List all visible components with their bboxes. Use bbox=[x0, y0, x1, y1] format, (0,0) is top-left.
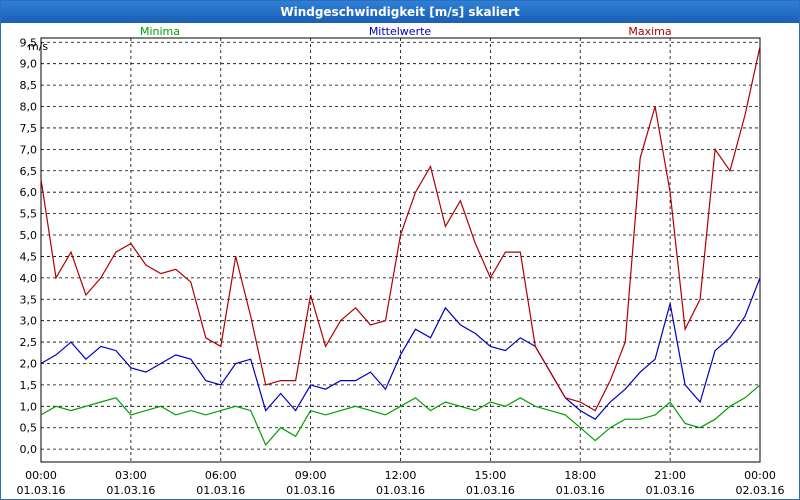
legend-label-minima: Minima bbox=[140, 25, 180, 38]
grid bbox=[40, 37, 761, 463]
y-tick-label: 9,0 bbox=[20, 58, 38, 71]
x-tick-time-label: 03:00 bbox=[115, 469, 147, 482]
y-tick-label: 2,0 bbox=[20, 357, 38, 370]
legend: Minima Mittelwerte Maxima bbox=[140, 25, 672, 38]
y-tick-label: 1,0 bbox=[20, 400, 38, 413]
y-tick-label: 5,5 bbox=[20, 208, 38, 221]
y-tick-label: 1,5 bbox=[20, 379, 38, 392]
x-tick-date-label: 01.03.16 bbox=[466, 484, 515, 497]
y-tick-label: 6,0 bbox=[20, 186, 38, 199]
y-tick-label: 0,5 bbox=[20, 422, 38, 435]
x-tick-time-label: 00:00 bbox=[25, 469, 57, 482]
x-axis-ticks: 00:00 01.03.16 03:00 01.03.16 06:00 01.03.16 0… bbox=[17, 469, 785, 497]
x-tick-date-label: 01.03.16 bbox=[556, 484, 605, 497]
y-tick-label: 0,0 bbox=[20, 443, 38, 456]
y-tick-label: 6,5 bbox=[20, 165, 38, 178]
y-tick-label: 4,5 bbox=[20, 250, 38, 263]
x-tick-date-label: 01.03.16 bbox=[106, 484, 155, 497]
x-tick-date-label: 02.03.16 bbox=[736, 484, 785, 497]
x-tick-date-label: 01.03.16 bbox=[196, 484, 245, 497]
y-tick-label: 3,5 bbox=[20, 293, 38, 306]
x-tick-date-label: 01.03.16 bbox=[376, 484, 425, 497]
x-tick-time-label: 18:00 bbox=[564, 469, 596, 482]
x-tick-time-label: 15:00 bbox=[475, 469, 507, 482]
x-tick-time-label: 09:00 bbox=[295, 469, 327, 482]
y-tick-label: 7,0 bbox=[20, 143, 38, 156]
y-tick-label: 7,5 bbox=[20, 122, 38, 135]
y-tick-label: 8,0 bbox=[20, 101, 38, 114]
x-tick-time-label: 06:00 bbox=[205, 469, 237, 482]
x-tick-time-label: 00:00 bbox=[744, 469, 776, 482]
x-tick-time-label: 12:00 bbox=[385, 469, 417, 482]
y-tick-label: 4,0 bbox=[20, 272, 38, 285]
y-tick-label: 3,0 bbox=[20, 315, 38, 328]
y-axis-ticks: 0,0 0,5 1,0 1,5 2,0 2,5 3,0 3,5 4,0 4,5 5,0 5,5 6,0 6… bbox=[20, 36, 38, 456]
y-tick-label: 8,5 bbox=[20, 79, 38, 92]
series-line-mittelwerte bbox=[40, 277, 761, 420]
y-tick-label: 5,0 bbox=[20, 229, 38, 242]
x-tick-time-label: 21:00 bbox=[654, 469, 686, 482]
x-tick-date-label: 01.03.16 bbox=[286, 484, 335, 497]
y-axis-unit-label: m/s bbox=[28, 40, 48, 53]
x-tick-date-label: 01.03.16 bbox=[17, 484, 66, 497]
y-tick-label: 2,5 bbox=[20, 336, 38, 349]
wind-speed-chart: 0,0 0,5 1,0 1,5 2,0 2,5 3,0 3,5 4,0 4,5 5,0 5,5 6,0 6… bbox=[17, 25, 785, 497]
x-tick-date-label: 01.03.16 bbox=[646, 484, 695, 497]
legend-label-maxima: Maxima bbox=[628, 25, 671, 38]
legend-label-mittelwerte: Mittelwerte bbox=[369, 25, 432, 38]
